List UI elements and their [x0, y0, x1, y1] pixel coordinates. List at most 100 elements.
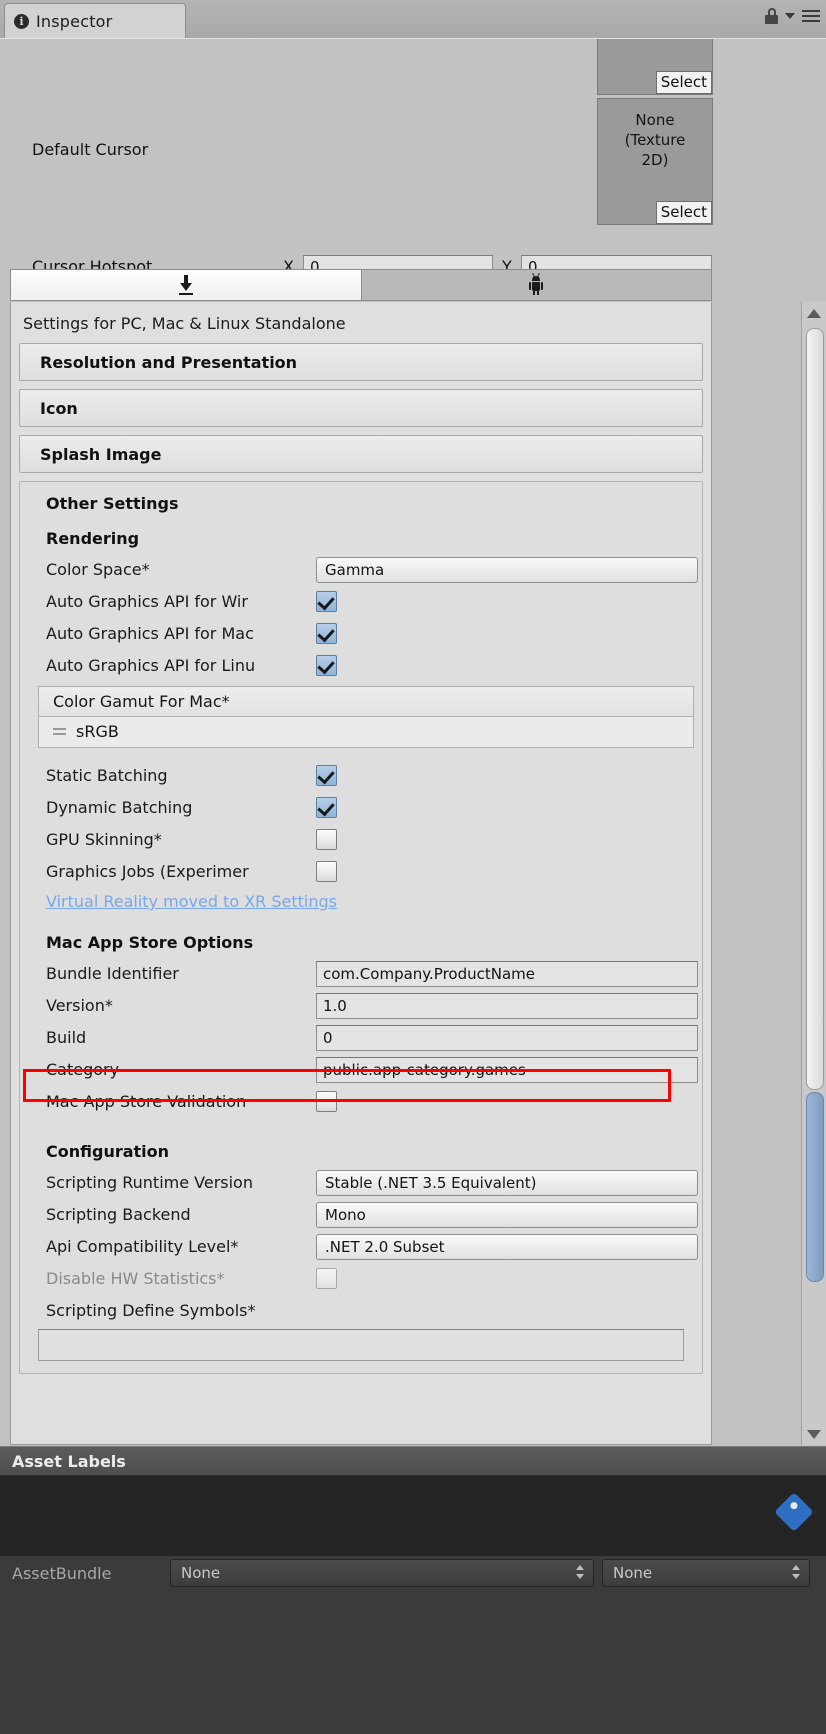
color-gamut-list-header: Color Gamut For Mac* [38, 686, 694, 716]
other-settings-title: Other Settings [46, 494, 179, 513]
hamburger-menu-icon[interactable] [802, 10, 820, 22]
row-api-compatibility-level: Api Compatibility Level* .NET 2.0 Subset [20, 1233, 702, 1265]
android-robot-icon [529, 272, 544, 295]
inspector-window: i Inspector Select None (Texture 2D) Sel… [0, 0, 826, 1734]
mac-app-store-validation-checkbox[interactable] [316, 1091, 337, 1112]
row-version: Version* 1.0 [20, 992, 702, 1024]
platform-tab-standalone[interactable] [11, 270, 362, 300]
version-label: Version* [46, 996, 113, 1015]
color-space-label: Color Space* [46, 560, 150, 579]
tab-inspector[interactable]: i Inspector [4, 3, 186, 38]
row-build: Build 0 [20, 1024, 702, 1056]
assetbundle-label: AssetBundle [12, 1563, 112, 1583]
platform-tab-strip [10, 269, 712, 301]
row-auto-graphics-mac: Auto Graphics API for Mac [20, 620, 702, 652]
assetbundle-row: AssetBundle None None [0, 1556, 826, 1590]
scripting-define-symbols-input[interactable] [38, 1329, 684, 1361]
build-input[interactable]: 0 [316, 1025, 698, 1051]
disable-hw-statistics-checkbox [316, 1268, 337, 1289]
other-settings-panel: Other Settings Rendering Color Space* Ga… [19, 481, 703, 1374]
color-gamut-list-item[interactable]: sRGB [38, 716, 694, 748]
static-batching-checkbox[interactable] [316, 765, 337, 786]
cursor-value-line-3: 2D) [641, 151, 669, 169]
row-bundle-identifier: Bundle Identifier com.Company.ProductNam… [20, 960, 702, 992]
foldout-label: Resolution and Presentation [40, 352, 298, 372]
default-cursor-object-field[interactable]: None (Texture 2D) Select [597, 98, 713, 225]
asset-labels-footer: Asset Labels AssetBundle None None [0, 1446, 826, 1734]
gpu-skinning-label: GPU Skinning* [46, 830, 162, 849]
asset-labels-pane [0, 1476, 826, 1556]
scripting-runtime-version-dropdown[interactable]: Stable (.NET 3.5 Equivalent) [316, 1170, 698, 1196]
foldout-label: Icon [40, 398, 78, 418]
scripting-define-symbols-label: Scripting Define Symbols* [46, 1301, 256, 1320]
platform-tab-android[interactable] [362, 270, 712, 300]
foldout-splash-image[interactable]: Splash Image [19, 435, 703, 473]
row-mac-app-store-validation: Mac App Store Validation [20, 1088, 702, 1120]
assetbundle-variant-dropdown[interactable]: None [602, 1559, 810, 1587]
scrollbar-thumb[interactable] [806, 328, 824, 1090]
assetbundle-name-dropdown[interactable]: None [170, 1559, 594, 1587]
caret-down-icon[interactable] [785, 13, 795, 19]
row-scripting-define-symbols: Scripting Define Symbols* [20, 1297, 702, 1325]
color-gamut-item-label: sRGB [76, 722, 119, 741]
scripting-runtime-version-label: Scripting Runtime Version [46, 1173, 253, 1192]
api-compatibility-level-dropdown[interactable]: .NET 2.0 Subset [316, 1234, 698, 1260]
drag-handle-icon[interactable] [53, 728, 66, 735]
vertical-scrollbar[interactable] [801, 302, 826, 1445]
auto-graphics-linux-checkbox[interactable] [316, 655, 337, 676]
row-auto-graphics-windows: Auto Graphics API for Wir [20, 588, 702, 620]
api-compatibility-level-label: Api Compatibility Level* [46, 1237, 239, 1256]
auto-graphics-mac-checkbox[interactable] [316, 623, 337, 644]
select-button-top[interactable]: Select [655, 71, 712, 94]
row-category: Category public.app-category.games [20, 1056, 702, 1088]
mac-app-store-validation-label: Mac App Store Validation [46, 1092, 247, 1111]
scroll-down-arrow-icon[interactable] [802, 1423, 826, 1445]
graphics-jobs-label: Graphics Jobs (Experimer [46, 862, 249, 881]
xr-settings-link[interactable]: Virtual Reality moved to XR Settings [20, 890, 337, 911]
select-button-bottom[interactable]: Select [655, 201, 712, 224]
bundle-identifier-input[interactable]: com.Company.ProductName [316, 961, 698, 987]
asset-labels-title-bar[interactable]: Asset Labels [0, 1446, 826, 1476]
mac-app-store-group-title: Mac App Store Options [46, 933, 254, 952]
row-auto-graphics-linux: Auto Graphics API for Linu [20, 652, 702, 684]
color-space-dropdown[interactable]: Gamma [316, 557, 698, 583]
standalone-download-icon [178, 275, 194, 295]
row-graphics-jobs: Graphics Jobs (Experimer [20, 858, 702, 890]
asset-labels-title: Asset Labels [12, 1451, 126, 1471]
graphics-jobs-checkbox[interactable] [316, 861, 337, 882]
tag-icon[interactable] [774, 1492, 814, 1532]
scroll-up-arrow-icon[interactable] [802, 302, 826, 324]
cursor-value-line-1: None [635, 111, 675, 129]
scripting-backend-dropdown[interactable]: Mono [316, 1202, 698, 1228]
gpu-skinning-checkbox[interactable] [316, 829, 337, 850]
info-icon: i [14, 13, 29, 29]
window-chrome-controls [765, 8, 820, 24]
auto-graphics-windows-checkbox[interactable] [316, 591, 337, 612]
auto-graphics-windows-label: Auto Graphics API for Wir [46, 592, 248, 611]
tab-inspector-label: Inspector [36, 11, 113, 31]
category-label: Category [46, 1060, 120, 1079]
version-input[interactable]: 1.0 [316, 993, 698, 1019]
foldout-resolution-and-presentation[interactable]: Resolution and Presentation [19, 343, 703, 381]
auto-graphics-linux-label: Auto Graphics API for Linu [46, 656, 256, 675]
dynamic-batching-checkbox[interactable] [316, 797, 337, 818]
lock-icon[interactable] [765, 8, 778, 24]
color-gamut-list: Color Gamut For Mac* sRGB [38, 686, 694, 748]
settings-for-label: Settings for PC, Mac & Linux Standalone [23, 314, 346, 333]
bundle-identifier-label: Bundle Identifier [46, 964, 179, 983]
row-color-space: Color Space* Gamma [20, 556, 702, 588]
configuration-group-title: Configuration [46, 1142, 170, 1161]
assetbundle-variant-arrows [792, 1565, 800, 1579]
inspector-body: Select None (Texture 2D) Select Default … [0, 38, 826, 1446]
cursor-object-slot-partial[interactable]: Select [597, 39, 713, 95]
disable-hw-statistics-label: Disable HW Statistics* [46, 1269, 225, 1288]
window-tab-bar: i Inspector [0, 0, 826, 39]
foldout-icon[interactable]: Icon [19, 389, 703, 427]
foldout-label: Splash Image [40, 444, 162, 464]
assetbundle-name-arrows [576, 1565, 584, 1579]
category-input[interactable]: public.app-category.games [316, 1057, 698, 1083]
row-disable-hw-statistics: Disable HW Statistics* [20, 1265, 702, 1297]
scrollbar-thumb-highlight[interactable] [806, 1092, 824, 1282]
row-scripting-backend: Scripting Backend Mono [20, 1201, 702, 1233]
default-cursor-section: Select None (Texture 2D) Select Default … [0, 39, 826, 280]
